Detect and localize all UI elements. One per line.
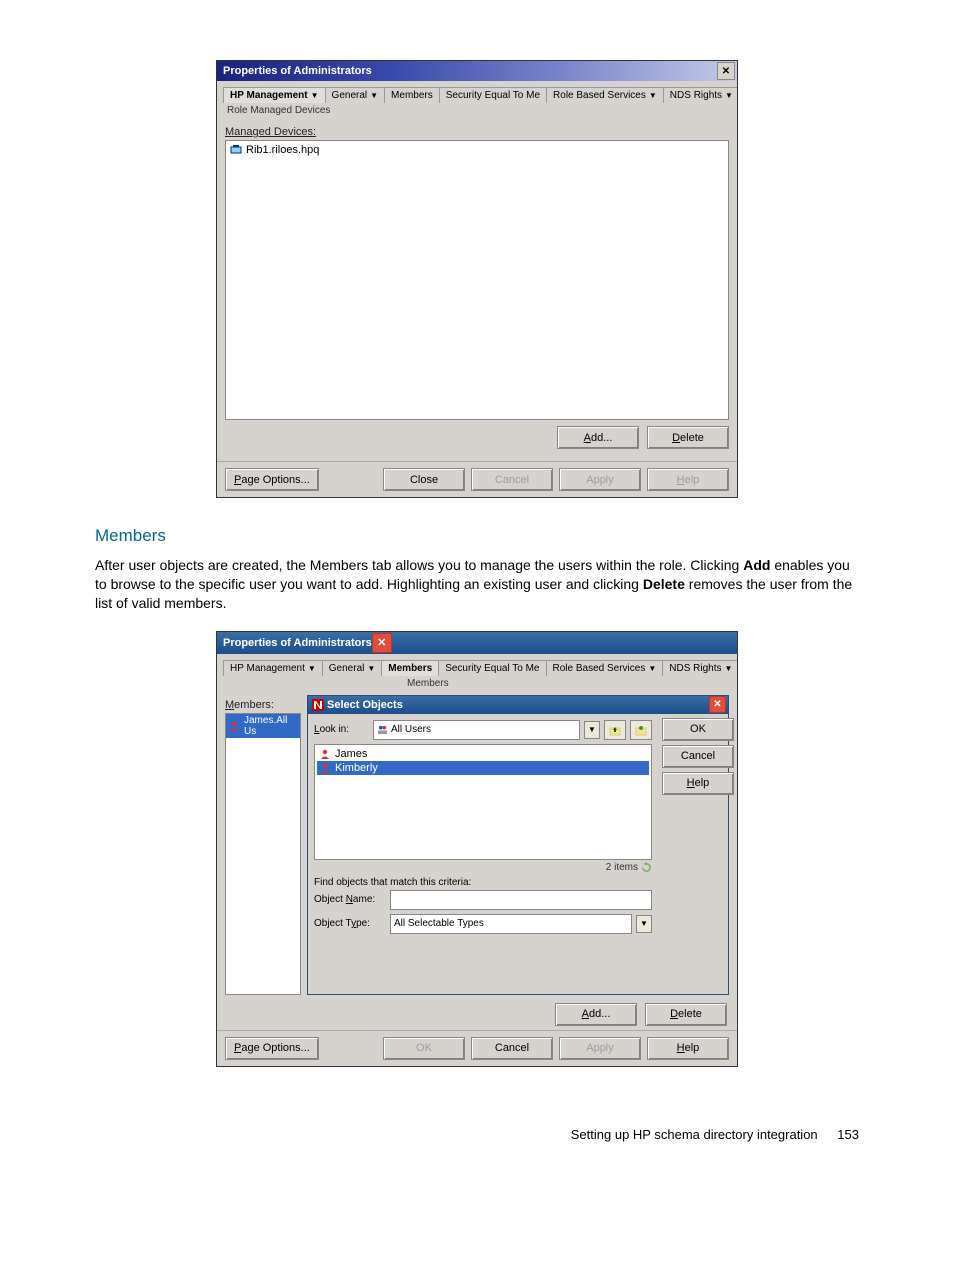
list-item-selected[interactable]: Kimberly: [317, 761, 649, 775]
chevron-down-icon: ▼: [648, 664, 656, 673]
section-paragraph: After user objects are created, the Memb…: [95, 556, 859, 613]
dialog-footer: Page Options... Close Cancel Apply Help: [217, 461, 737, 497]
up-folder-icon[interactable]: [604, 720, 626, 740]
page-number: 153: [837, 1127, 859, 1142]
screenshot-properties-managed-devices: Properties of Administrators ✕ HP Manage…: [216, 60, 738, 498]
members-label: Members:: [225, 699, 301, 711]
dropdown-icon[interactable]: ▼: [584, 721, 600, 739]
chevron-down-icon: ▼: [725, 664, 733, 673]
lookin-label: Look in:: [314, 724, 369, 735]
section-heading: Members: [95, 526, 859, 546]
tab-role-based[interactable]: Role Based Services▼: [546, 87, 664, 103]
apply-button: Apply: [559, 1037, 641, 1060]
select-objects-dialog: Select Objects ✕ Look in: All Users: [307, 695, 729, 995]
device-icon: [230, 144, 242, 156]
help-button: Help: [647, 468, 729, 491]
tab-security-equal[interactable]: Security Equal To Me: [438, 660, 546, 676]
objects-list[interactable]: James Kimberly: [314, 744, 652, 860]
tree-icon[interactable]: [630, 720, 652, 740]
tab-nds-rights[interactable]: NDS Rights▼: [663, 87, 737, 103]
window-title: Properties of Administrators: [223, 637, 372, 649]
close-button[interactable]: Close: [383, 468, 465, 491]
object-name-label: Object Name:: [314, 894, 386, 905]
list-item[interactable]: James.All Us: [226, 714, 300, 738]
object-type-label: Object Type:: [314, 918, 386, 929]
tab-general[interactable]: General▼: [322, 660, 383, 676]
tab-hp-management[interactable]: HP Management▼: [223, 660, 323, 676]
object-type-select[interactable]: All Selectable Types: [390, 914, 632, 934]
users-icon: [377, 724, 388, 735]
user-icon: [319, 748, 331, 760]
page-options-button[interactable]: Page Options...: [225, 468, 319, 491]
chevron-down-icon: ▼: [311, 91, 319, 100]
subtab-label: Role Managed Devices: [217, 103, 737, 122]
close-icon[interactable]: ✕: [372, 633, 392, 653]
window-titlebar: Properties of Administrators ✕: [217, 632, 737, 654]
chevron-down-icon: ▼: [725, 91, 733, 100]
chevron-down-icon: ▼: [367, 664, 375, 673]
user-icon: [228, 720, 240, 732]
dialog-titlebar: Select Objects ✕: [308, 696, 728, 714]
cancel-button[interactable]: Cancel: [662, 745, 734, 768]
list-item[interactable]: Rib1.riloes.hpq: [228, 143, 726, 157]
screenshot-properties-members: Properties of Administrators ✕ HP Manage…: [216, 631, 738, 1067]
dropdown-icon[interactable]: ▼: [636, 915, 652, 933]
ok-button[interactable]: OK: [662, 718, 734, 741]
close-icon[interactable]: ✕: [717, 62, 735, 80]
user-icon: [319, 762, 331, 774]
refresh-icon[interactable]: [641, 862, 652, 873]
cancel-button: Cancel: [471, 468, 553, 491]
members-list[interactable]: James.All Us: [225, 713, 301, 995]
delete-button[interactable]: Delete: [647, 426, 729, 449]
footer-text: Setting up HP schema directory integrati…: [571, 1127, 818, 1142]
window-title: Properties of Administrators: [223, 65, 372, 77]
novell-icon: [312, 699, 324, 711]
tab-hp-management[interactable]: HP Management▼: [223, 87, 326, 103]
tab-nds-rights[interactable]: NDS Rights▼: [662, 660, 737, 676]
cancel-button[interactable]: Cancel: [471, 1037, 553, 1060]
close-icon[interactable]: ✕: [709, 696, 726, 713]
page-options-button[interactable]: Page Options...: [225, 1037, 319, 1060]
item-count: 2 items: [314, 862, 652, 873]
tab-role-based[interactable]: Role Based Services▼: [546, 660, 664, 676]
tab-bar: HP Management▼ General▼ Members Security…: [217, 81, 737, 103]
object-name-input[interactable]: [390, 890, 652, 910]
managed-devices-list[interactable]: Rib1.riloes.hpq: [225, 140, 729, 420]
add-button[interactable]: Add...: [555, 1003, 637, 1026]
help-button[interactable]: Help: [647, 1037, 729, 1060]
lookin-field[interactable]: All Users: [373, 720, 580, 740]
dialog-title: Select Objects: [327, 699, 403, 711]
tab-general[interactable]: General▼: [325, 87, 386, 103]
help-button[interactable]: Help: [662, 772, 734, 795]
chevron-down-icon: ▼: [649, 91, 657, 100]
tab-security-equal[interactable]: Security Equal To Me: [439, 87, 547, 103]
chevron-down-icon: ▼: [308, 664, 316, 673]
list-item[interactable]: James: [317, 747, 649, 761]
tab-bar: HP Management▼ General▼ Members Security…: [217, 654, 737, 676]
tab-members[interactable]: Members: [381, 660, 439, 676]
delete-button[interactable]: Delete: [645, 1003, 727, 1026]
managed-devices-label: Managed Devices:: [225, 126, 729, 138]
member-name: James.All Us: [244, 715, 298, 737]
find-criteria-label: Find objects that match this criteria:: [314, 877, 652, 888]
add-button[interactable]: Add...: [557, 426, 639, 449]
device-name: Rib1.riloes.hpq: [246, 144, 319, 156]
dialog-footer: Page Options... OK Cancel Apply Help: [217, 1030, 737, 1066]
subtab-label: Members: [217, 676, 737, 695]
tab-members[interactable]: Members: [384, 87, 440, 103]
apply-button: Apply: [559, 468, 641, 491]
page-footer: Setting up HP schema directory integrati…: [95, 1127, 859, 1142]
window-titlebar: Properties of Administrators ✕: [217, 61, 737, 81]
ok-button: OK: [383, 1037, 465, 1060]
chevron-down-icon: ▼: [370, 91, 378, 100]
